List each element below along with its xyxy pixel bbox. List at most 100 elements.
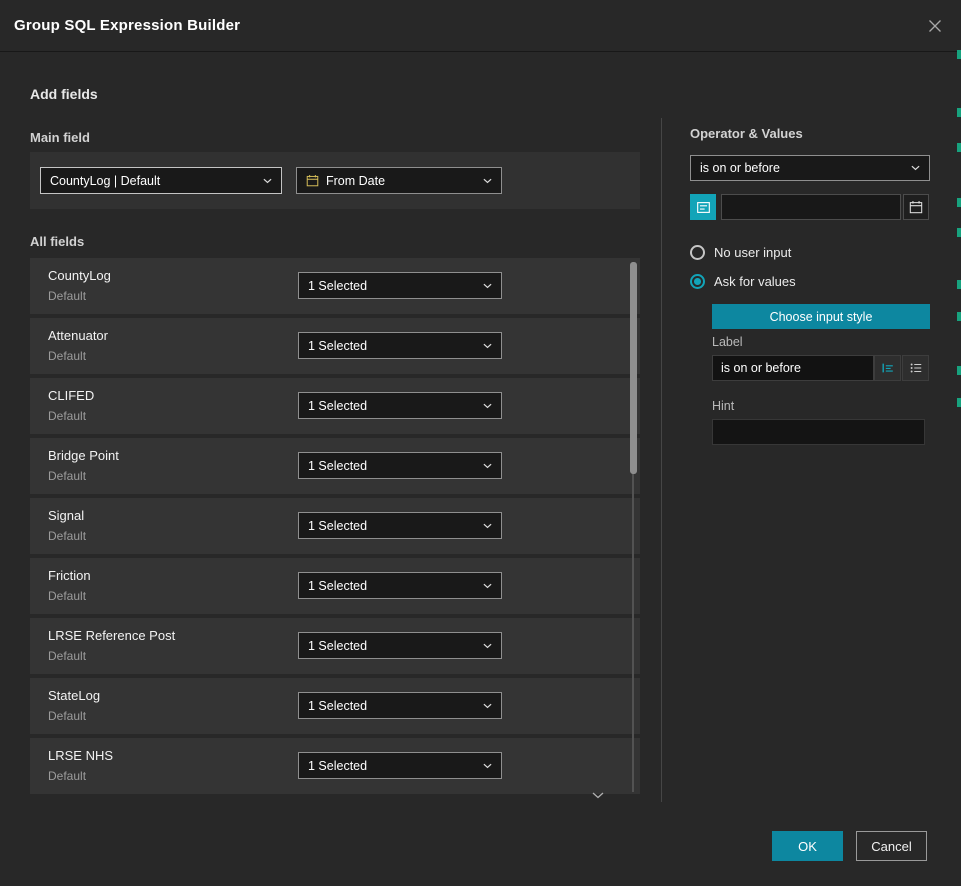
operator-values-heading: Operator & Values: [690, 126, 803, 141]
field-row: StateLog Default 1 Selected: [30, 678, 640, 734]
field-name: CountyLog: [48, 268, 111, 283]
field-selection-value: 1 Selected: [308, 579, 367, 593]
field-name: Attenuator: [48, 328, 108, 343]
scrollbar-thumb[interactable]: [630, 262, 637, 474]
cancel-button[interactable]: Cancel: [856, 831, 927, 861]
field-row: Bridge Point Default 1 Selected: [30, 438, 640, 494]
field-name: CLIFED: [48, 388, 94, 403]
no-user-input-option[interactable]: No user input: [690, 245, 791, 260]
choose-input-style-button[interactable]: Choose input style: [712, 304, 930, 329]
add-fields-heading: Add fields: [30, 86, 98, 102]
label-caption: Label: [712, 335, 743, 349]
fields-scrollbar[interactable]: [630, 262, 637, 792]
field-selection-dropdown[interactable]: 1 Selected: [298, 692, 502, 719]
field-row: Friction Default 1 Selected: [30, 558, 640, 614]
main-field-dropdown[interactable]: From Date: [296, 167, 502, 194]
ask-for-values-option[interactable]: Ask for values: [690, 274, 796, 289]
chevron-down-icon: [483, 178, 492, 184]
field-selection-dropdown[interactable]: 1 Selected: [298, 452, 502, 479]
single-line-style-button[interactable]: [874, 355, 901, 381]
field-selection-dropdown[interactable]: 1 Selected: [298, 572, 502, 599]
chevron-down-icon: [263, 178, 272, 184]
field-selection-value: 1 Selected: [308, 399, 367, 413]
chevron-down-icon: [483, 583, 492, 589]
field-name: LRSE Reference Post: [48, 628, 175, 643]
operator-dropdown[interactable]: is on or before: [690, 155, 930, 181]
chevron-down-icon: [483, 463, 492, 469]
calendar-button[interactable]: [903, 194, 929, 220]
field-selection-value: 1 Selected: [308, 639, 367, 653]
date-field-icon: [306, 174, 319, 187]
field-selection-value: 1 Selected: [308, 279, 367, 293]
field-selection-dropdown[interactable]: 1 Selected: [298, 752, 502, 779]
dialog-title: Group SQL Expression Builder: [14, 17, 240, 34]
field-default-label: Default: [48, 289, 86, 303]
scroll-more-icon: [592, 792, 604, 799]
all-fields-label: All fields: [30, 234, 84, 249]
chevron-down-icon: [483, 403, 492, 409]
field-name: StateLog: [48, 688, 100, 703]
chevron-down-icon: [483, 643, 492, 649]
chevron-down-icon: [483, 703, 492, 709]
group-sql-expression-builder-dialog: Group SQL Expression Builder Add fields …: [0, 0, 961, 886]
field-default-label: Default: [48, 409, 86, 423]
dialog-header: Group SQL Expression Builder: [0, 0, 961, 52]
field-selection-dropdown[interactable]: 1 Selected: [298, 512, 502, 539]
main-field-dropdown-value: From Date: [326, 174, 385, 188]
field-default-label: Default: [48, 589, 86, 603]
ask-for-values-label: Ask for values: [714, 274, 796, 289]
value-input[interactable]: [721, 194, 901, 220]
layer-dropdown-value: CountyLog | Default: [50, 174, 160, 188]
field-default-label: Default: [48, 469, 86, 483]
label-input[interactable]: [712, 355, 874, 381]
main-field-label: Main field: [30, 130, 90, 145]
field-default-label: Default: [48, 649, 86, 663]
field-name: Friction: [48, 568, 91, 583]
field-row: CLIFED Default 1 Selected: [30, 378, 640, 434]
hint-input[interactable]: [712, 419, 925, 445]
field-row: Attenuator Default 1 Selected: [30, 318, 640, 374]
no-user-input-label: No user input: [714, 245, 791, 260]
field-selection-value: 1 Selected: [308, 759, 367, 773]
select-list-icon: [909, 361, 923, 375]
no-user-input-radio[interactable]: [690, 245, 705, 260]
set-value-from-field-icon: [696, 200, 711, 215]
field-selection-value: 1 Selected: [308, 339, 367, 353]
field-name: Signal: [48, 508, 84, 523]
field-row: Signal Default 1 Selected: [30, 498, 640, 554]
field-selection-value: 1 Selected: [308, 699, 367, 713]
main-field-section: CountyLog | Default From Date: [30, 152, 640, 209]
calendar-icon: [909, 200, 923, 214]
chevron-down-icon: [483, 343, 492, 349]
field-name: Bridge Point: [48, 448, 119, 463]
field-selection-dropdown[interactable]: 1 Selected: [298, 272, 502, 299]
field-row: LRSE Reference Post Default 1 Selected: [30, 618, 640, 674]
scroll-position-marks: [957, 46, 961, 806]
field-selection-dropdown[interactable]: 1 Selected: [298, 332, 502, 359]
field-name: LRSE NHS: [48, 748, 113, 763]
hint-caption: Hint: [712, 399, 734, 413]
field-selection-value: 1 Selected: [308, 519, 367, 533]
field-default-label: Default: [48, 349, 86, 363]
panel-divider: [661, 118, 662, 802]
close-button[interactable]: [923, 14, 947, 38]
chevron-down-icon: [483, 523, 492, 529]
chevron-down-icon: [483, 763, 492, 769]
field-row: LRSE NHS Default 1 Selected: [30, 738, 640, 794]
ask-for-values-radio[interactable]: [690, 274, 705, 289]
field-selection-value: 1 Selected: [308, 459, 367, 473]
ok-button[interactable]: OK: [772, 831, 843, 861]
close-icon: [927, 18, 943, 34]
field-selection-dropdown[interactable]: 1 Selected: [298, 632, 502, 659]
field-default-label: Default: [48, 769, 86, 783]
field-default-label: Default: [48, 709, 86, 723]
field-default-label: Default: [48, 529, 86, 543]
list-style-button[interactable]: [902, 355, 929, 381]
single-line-input-icon: [881, 361, 895, 375]
field-selection-dropdown[interactable]: 1 Selected: [298, 392, 502, 419]
set-value-from-field-button[interactable]: [690, 194, 716, 220]
operator-dropdown-value: is on or before: [700, 161, 780, 175]
chevron-down-icon: [483, 283, 492, 289]
field-row: CountyLog Default 1 Selected: [30, 258, 640, 314]
layer-dropdown[interactable]: CountyLog | Default: [40, 167, 282, 194]
